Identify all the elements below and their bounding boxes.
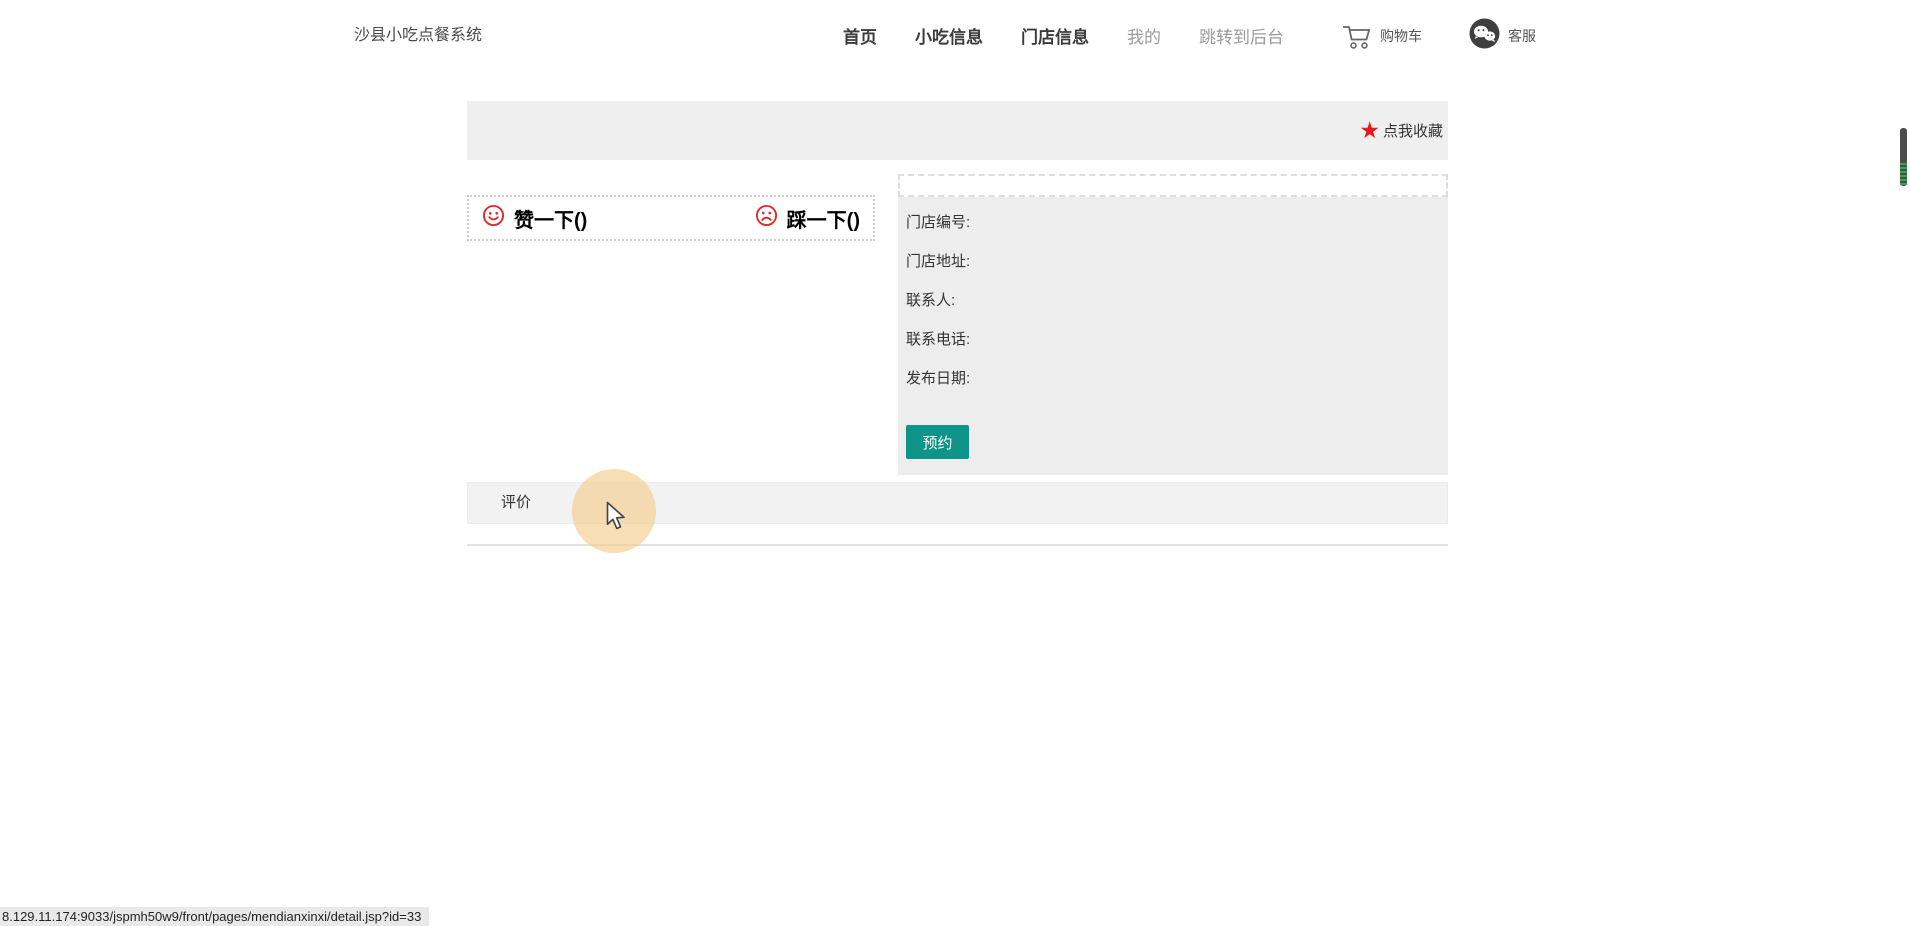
store-title-box xyxy=(898,174,1448,197)
frowny-face-icon xyxy=(755,204,778,232)
smiley-face-icon xyxy=(482,204,505,232)
field-contact-person: 联系人: xyxy=(906,292,956,309)
field-contact-phone: 联系电话: xyxy=(906,331,971,348)
favorite-label: 点我收藏 xyxy=(1382,123,1443,140)
field-store-number: 门店编号: xyxy=(906,214,971,231)
like-label: 赞一下() xyxy=(514,209,588,232)
comments-section-header: 评价 xyxy=(467,482,1448,524)
like-button[interactable]: 赞一下() xyxy=(482,204,587,233)
detail-header-banner: ★ 点我收藏 xyxy=(467,101,1448,160)
store-info-panel: 门店编号: 门店地址: 联系人: 联系电话: 发布日期: 预约 xyxy=(898,174,1448,475)
browser-status-bar: 8.129.11.174:9033/jspmh50w9/front/pages/… xyxy=(0,907,430,926)
like-dislike-box: 赞一下() 踩一下() xyxy=(467,195,875,241)
page-content: ★ 点我收藏 赞一下() 踩一下() 门店编号: 门店地址: 联系人: 联系电话… xyxy=(467,0,1448,926)
comments-empty-row xyxy=(467,524,1448,546)
customer-service-button[interactable]: 客服 xyxy=(1469,0,1536,71)
favorite-button[interactable]: ★ 点我收藏 xyxy=(1359,101,1443,160)
field-store-address: 门店地址: xyxy=(906,253,971,270)
store-fields: 门店编号: 门店地址: 联系人: 联系电话: 发布日期: 预约 xyxy=(898,197,1448,475)
dislike-button[interactable]: 踩一下() xyxy=(755,204,860,233)
site-logo[interactable]: 沙县小吃点餐系统 xyxy=(354,0,482,71)
service-label: 客服 xyxy=(1508,27,1536,44)
field-publish-date: 发布日期: xyxy=(906,370,971,387)
wechat-service-icon xyxy=(1469,18,1500,54)
reserve-button[interactable]: 预约 xyxy=(906,425,969,459)
star-icon: ★ xyxy=(1359,117,1380,143)
scrollbar-thumb[interactable] xyxy=(1900,128,1907,186)
dislike-label: 踩一下() xyxy=(786,209,860,232)
